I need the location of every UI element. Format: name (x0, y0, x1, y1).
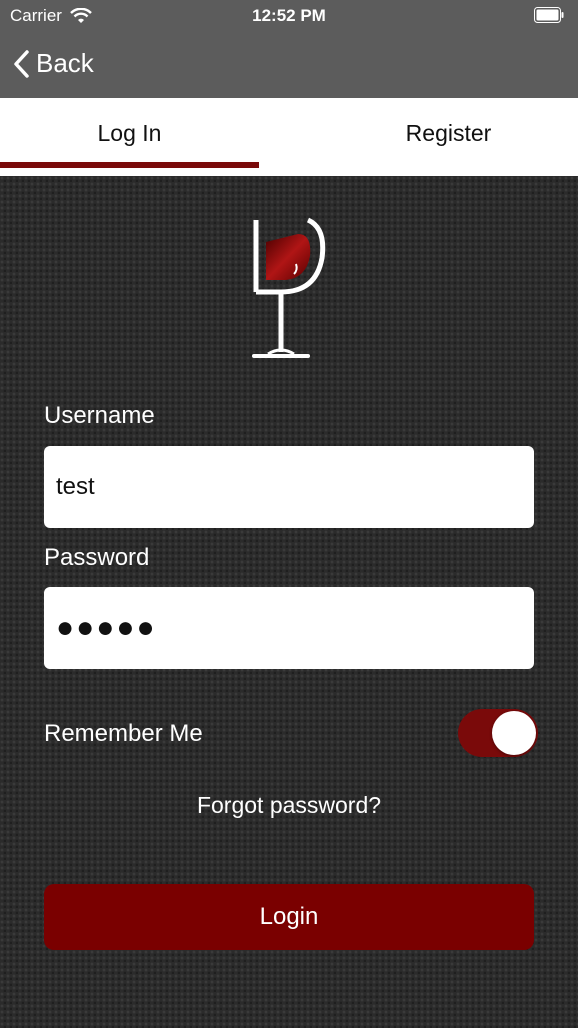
remember-me-toggle[interactable] (458, 709, 538, 757)
status-bar: Carrier 12:52 PM (0, 0, 578, 34)
login-form-area: Username test Password ●●●●● Remember Me… (0, 176, 578, 1028)
battery-icon (534, 7, 564, 23)
toggle-knob (492, 711, 536, 755)
username-field[interactable]: test (44, 446, 534, 528)
wine-glass-logo-icon (252, 217, 326, 358)
navigation-bar: Back (0, 34, 578, 98)
password-label: Password (44, 544, 150, 571)
password-field[interactable]: ●●●●● (44, 587, 534, 669)
back-label: Back (36, 48, 94, 78)
status-time: 12:52 PM (252, 6, 326, 25)
remember-me-label: Remember Me (44, 720, 203, 747)
login-button[interactable]: Login (44, 884, 534, 950)
username-label: Username (44, 402, 155, 429)
username-value: test (56, 473, 95, 500)
tab-register[interactable]: Register (319, 98, 578, 176)
active-tab-indicator (0, 162, 259, 168)
back-button[interactable]: Back (12, 48, 94, 79)
forgot-password-link[interactable]: Forgot password? (0, 792, 578, 819)
password-masked-value: ●●●●● (56, 611, 157, 644)
chevron-left-icon (14, 49, 29, 78)
